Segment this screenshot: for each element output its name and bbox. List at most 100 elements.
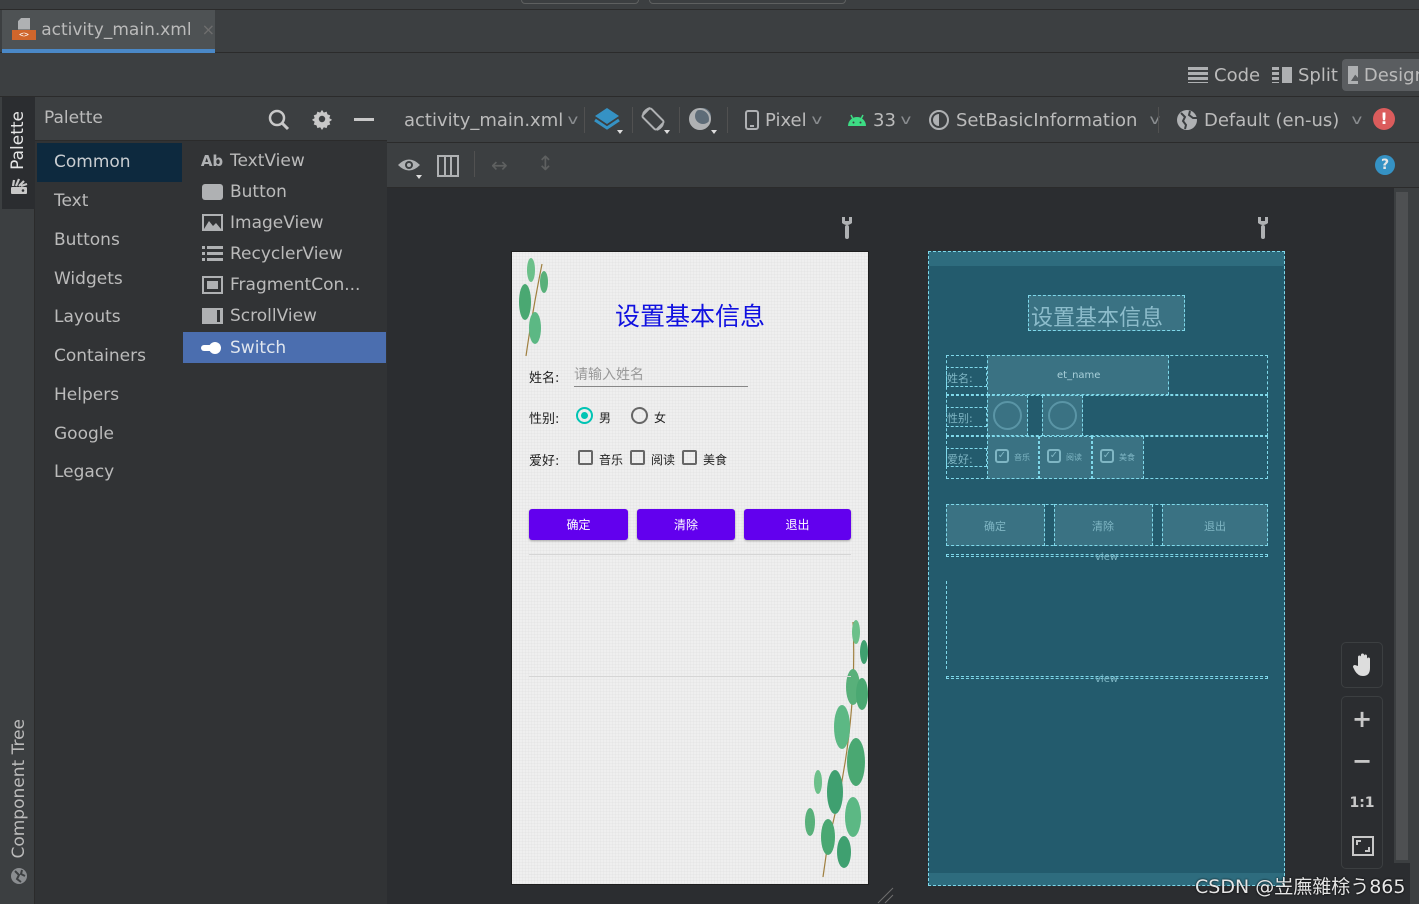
component-tree-side-tab[interactable]: Component Tree	[2, 707, 35, 904]
palette-icon	[11, 178, 28, 194]
palette-item-scrollview[interactable]: ScrollView	[183, 300, 386, 331]
blueprint-title: 设置基本信息	[1031, 306, 1164, 331]
palette-category-google[interactable]: Google	[37, 415, 182, 454]
close-icon[interactable]: ×	[202, 20, 215, 39]
checkbox-food[interactable]	[682, 450, 697, 465]
radio-female[interactable]	[631, 407, 648, 424]
night-mode-icon[interactable]	[687, 106, 719, 136]
blueprint-clear-button[interactable]: 清除	[1054, 504, 1153, 546]
theme-icon	[929, 110, 949, 130]
palette-item-fragmentcontainer[interactable]: FragmentCon...	[183, 269, 386, 300]
minimize-icon[interactable]	[354, 118, 374, 121]
hand-icon[interactable]	[1352, 653, 1374, 677]
textview-icon: Ab	[200, 151, 224, 170]
theme-dropdown[interactable]: SetBasicInformation v	[928, 97, 1161, 143]
checkbox-reading[interactable]	[630, 450, 645, 465]
palette-item-imageview[interactable]: ImageView	[183, 207, 386, 238]
top-strip-button[interactable]	[649, 0, 846, 4]
palette-category-legacy[interactable]: Legacy	[37, 453, 182, 492]
blueprint-hobby-label: 爱好:	[947, 453, 973, 466]
leaf-decoration-bottom	[805, 620, 868, 878]
zoom-in-button[interactable]: +	[1342, 705, 1382, 733]
editor-tab-bar: <> activity_main.xml ×	[0, 10, 1419, 53]
chevron-down-icon: v	[900, 112, 912, 128]
blueprint-exit-button[interactable]: 退出	[1162, 504, 1268, 546]
zoom-actual-size-button[interactable]: 1:1	[1342, 795, 1382, 811]
palette-item-label: RecyclerView	[230, 243, 343, 264]
blueprint-gender-label: 性别:	[947, 412, 973, 425]
canvas-scrollbar-thumb[interactable]	[1396, 192, 1408, 860]
palette-category-text[interactable]: Text	[37, 182, 182, 221]
split-icon	[1272, 67, 1292, 83]
radio-male[interactable]	[576, 407, 593, 424]
design-mode-button[interactable]: Design	[1342, 59, 1419, 91]
palette-category-helpers[interactable]: Helpers	[37, 376, 182, 415]
palette-item-label: FragmentCon...	[230, 274, 361, 295]
blueprint-gender-label-box: 性别:	[946, 407, 987, 427]
right-edge	[1410, 188, 1419, 904]
view-options-icon[interactable]	[396, 153, 426, 181]
api-level-dropdown[interactable]: 33 v	[847, 97, 912, 143]
search-icon[interactable]	[267, 108, 291, 132]
blueprint-radio-male[interactable]	[987, 395, 1028, 436]
help-icon[interactable]: ?	[1375, 155, 1395, 175]
design-toolbar-secondary: ↔ ↕ ?	[387, 143, 1419, 188]
error-icon[interactable]: !	[1373, 108, 1395, 130]
palette-item-textview[interactable]: Ab TextView	[183, 145, 386, 176]
palette-item-button[interactable]: Button	[183, 176, 386, 207]
blueprint-music-label: 音乐	[1014, 453, 1030, 462]
layers-icon[interactable]	[593, 106, 625, 136]
gender-label: 性别:	[529, 412, 560, 427]
palette-item-recyclerview[interactable]: RecyclerView	[183, 238, 386, 269]
blueprint-confirm-button[interactable]: 确定	[946, 504, 1045, 546]
clear-button[interactable]: 清除	[637, 509, 735, 540]
design-icon	[1348, 66, 1358, 84]
palette-item-switch[interactable]: Switch	[183, 332, 386, 363]
wrench-icon[interactable]	[840, 217, 854, 239]
design-preview-screen[interactable]: 设置基本信息 姓名: 请输入姓名 性别: 男 女 爱好: 音乐 阅读 美食 确定…	[512, 252, 868, 884]
imageview-icon	[201, 214, 223, 232]
editor-tab-activity-main[interactable]: <> activity_main.xml ×	[2, 10, 215, 53]
zoom-to-fit-icon[interactable]	[1352, 836, 1374, 856]
exit-button[interactable]: 退出	[744, 509, 851, 540]
component-tree-icon	[11, 868, 27, 884]
palette-side-tab[interactable]: Palette	[2, 97, 35, 209]
name-input[interactable]: 请输入姓名	[574, 364, 748, 387]
wrench-icon[interactable]	[1256, 217, 1270, 239]
device-dropdown[interactable]: Pixel v	[745, 97, 822, 143]
blueprint-preview[interactable]: 设置基本信息 姓名: et_name 性别: 爱好: ✓ 音乐 ✓ 阅读 ✓ 美…	[928, 251, 1285, 886]
blueprint-columns-icon[interactable]	[437, 155, 459, 177]
palette-header: Palette	[35, 97, 387, 141]
layout-file-dropdown[interactable]: activity_main.xml v	[404, 97, 578, 143]
locale-dropdown[interactable]: Default (en-us) v	[1176, 97, 1363, 143]
blueprint-checkbox-food[interactable]: ✓ 美食	[1092, 436, 1144, 479]
blueprint-radio-female[interactable]	[1042, 395, 1083, 436]
blueprint-checkbox-reading[interactable]: ✓ 阅读	[1039, 436, 1092, 479]
layout-file-label: activity_main.xml	[404, 109, 564, 131]
palette-category-widgets[interactable]: Widgets	[37, 260, 182, 299]
top-strip-button[interactable]	[521, 0, 639, 4]
split-mode-button[interactable]: Split	[1266, 59, 1344, 91]
palette-category-layouts[interactable]: Layouts	[37, 298, 182, 337]
divider-view	[529, 554, 851, 555]
palette-category-common[interactable]: Common	[37, 143, 182, 182]
blueprint-checkbox-music[interactable]: ✓ 音乐	[987, 436, 1039, 479]
vertical-resize-icon: ↕	[537, 151, 554, 175]
resize-handle-icon[interactable]	[876, 886, 894, 904]
zoom-tool-group: + − 1:1	[1341, 696, 1383, 869]
zoom-out-button[interactable]: −	[1342, 747, 1382, 775]
locale-label: Default (en-us)	[1204, 109, 1340, 131]
gear-icon[interactable]	[311, 108, 333, 130]
blueprint-et-name[interactable]: et_name	[987, 355, 1169, 395]
palette-category-containers[interactable]: Containers	[37, 337, 182, 376]
blueprint-title-box[interactable]: 设置基本信息	[1028, 295, 1185, 331]
blueprint-vertical-guide	[946, 581, 947, 669]
palette-category-buttons[interactable]: Buttons	[37, 221, 182, 260]
palette-title: Palette	[44, 108, 103, 128]
confirm-button[interactable]: 确定	[529, 509, 628, 540]
blueprint-name-label-box: 姓名:	[946, 367, 987, 387]
code-mode-button[interactable]: Code	[1182, 59, 1266, 91]
button-icon	[201, 183, 223, 201]
checkbox-music[interactable]	[578, 450, 593, 465]
orientation-icon[interactable]	[640, 106, 672, 136]
